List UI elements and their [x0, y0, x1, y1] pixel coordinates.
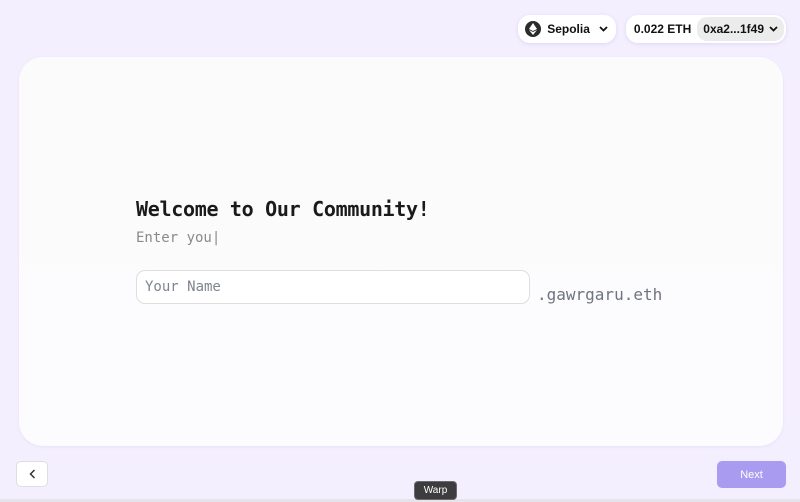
wallet-bar: Sepolia 0.022 ETH 0xa2...1f49	[518, 15, 786, 43]
chevron-left-icon	[28, 467, 36, 482]
domain-suffix: .gawrgaru.eth	[537, 285, 663, 304]
ethereum-icon	[525, 21, 542, 37]
chevron-down-icon	[769, 23, 778, 35]
address-label: 0xa2...1f49	[703, 22, 764, 36]
network-selector[interactable]: Sepolia	[518, 15, 616, 43]
network-label: Sepolia	[547, 22, 590, 36]
name-input[interactable]	[136, 270, 530, 304]
dock-tooltip: Warp	[414, 481, 457, 500]
page-title: Welcome to Our Community!	[136, 197, 430, 221]
back-button[interactable]	[16, 461, 48, 487]
onboarding-card: Welcome to Our Community! Enter you| .ga…	[19, 57, 783, 446]
account-button[interactable]: 0.022 ETH 0xa2...1f49	[625, 15, 786, 43]
chevron-down-icon	[599, 23, 608, 35]
address-pill[interactable]: 0xa2...1f49	[697, 17, 784, 41]
typing-subtitle: Enter you|	[136, 230, 221, 246]
next-button[interactable]: Next	[717, 461, 786, 488]
balance-label: 0.022 ETH	[633, 22, 692, 36]
